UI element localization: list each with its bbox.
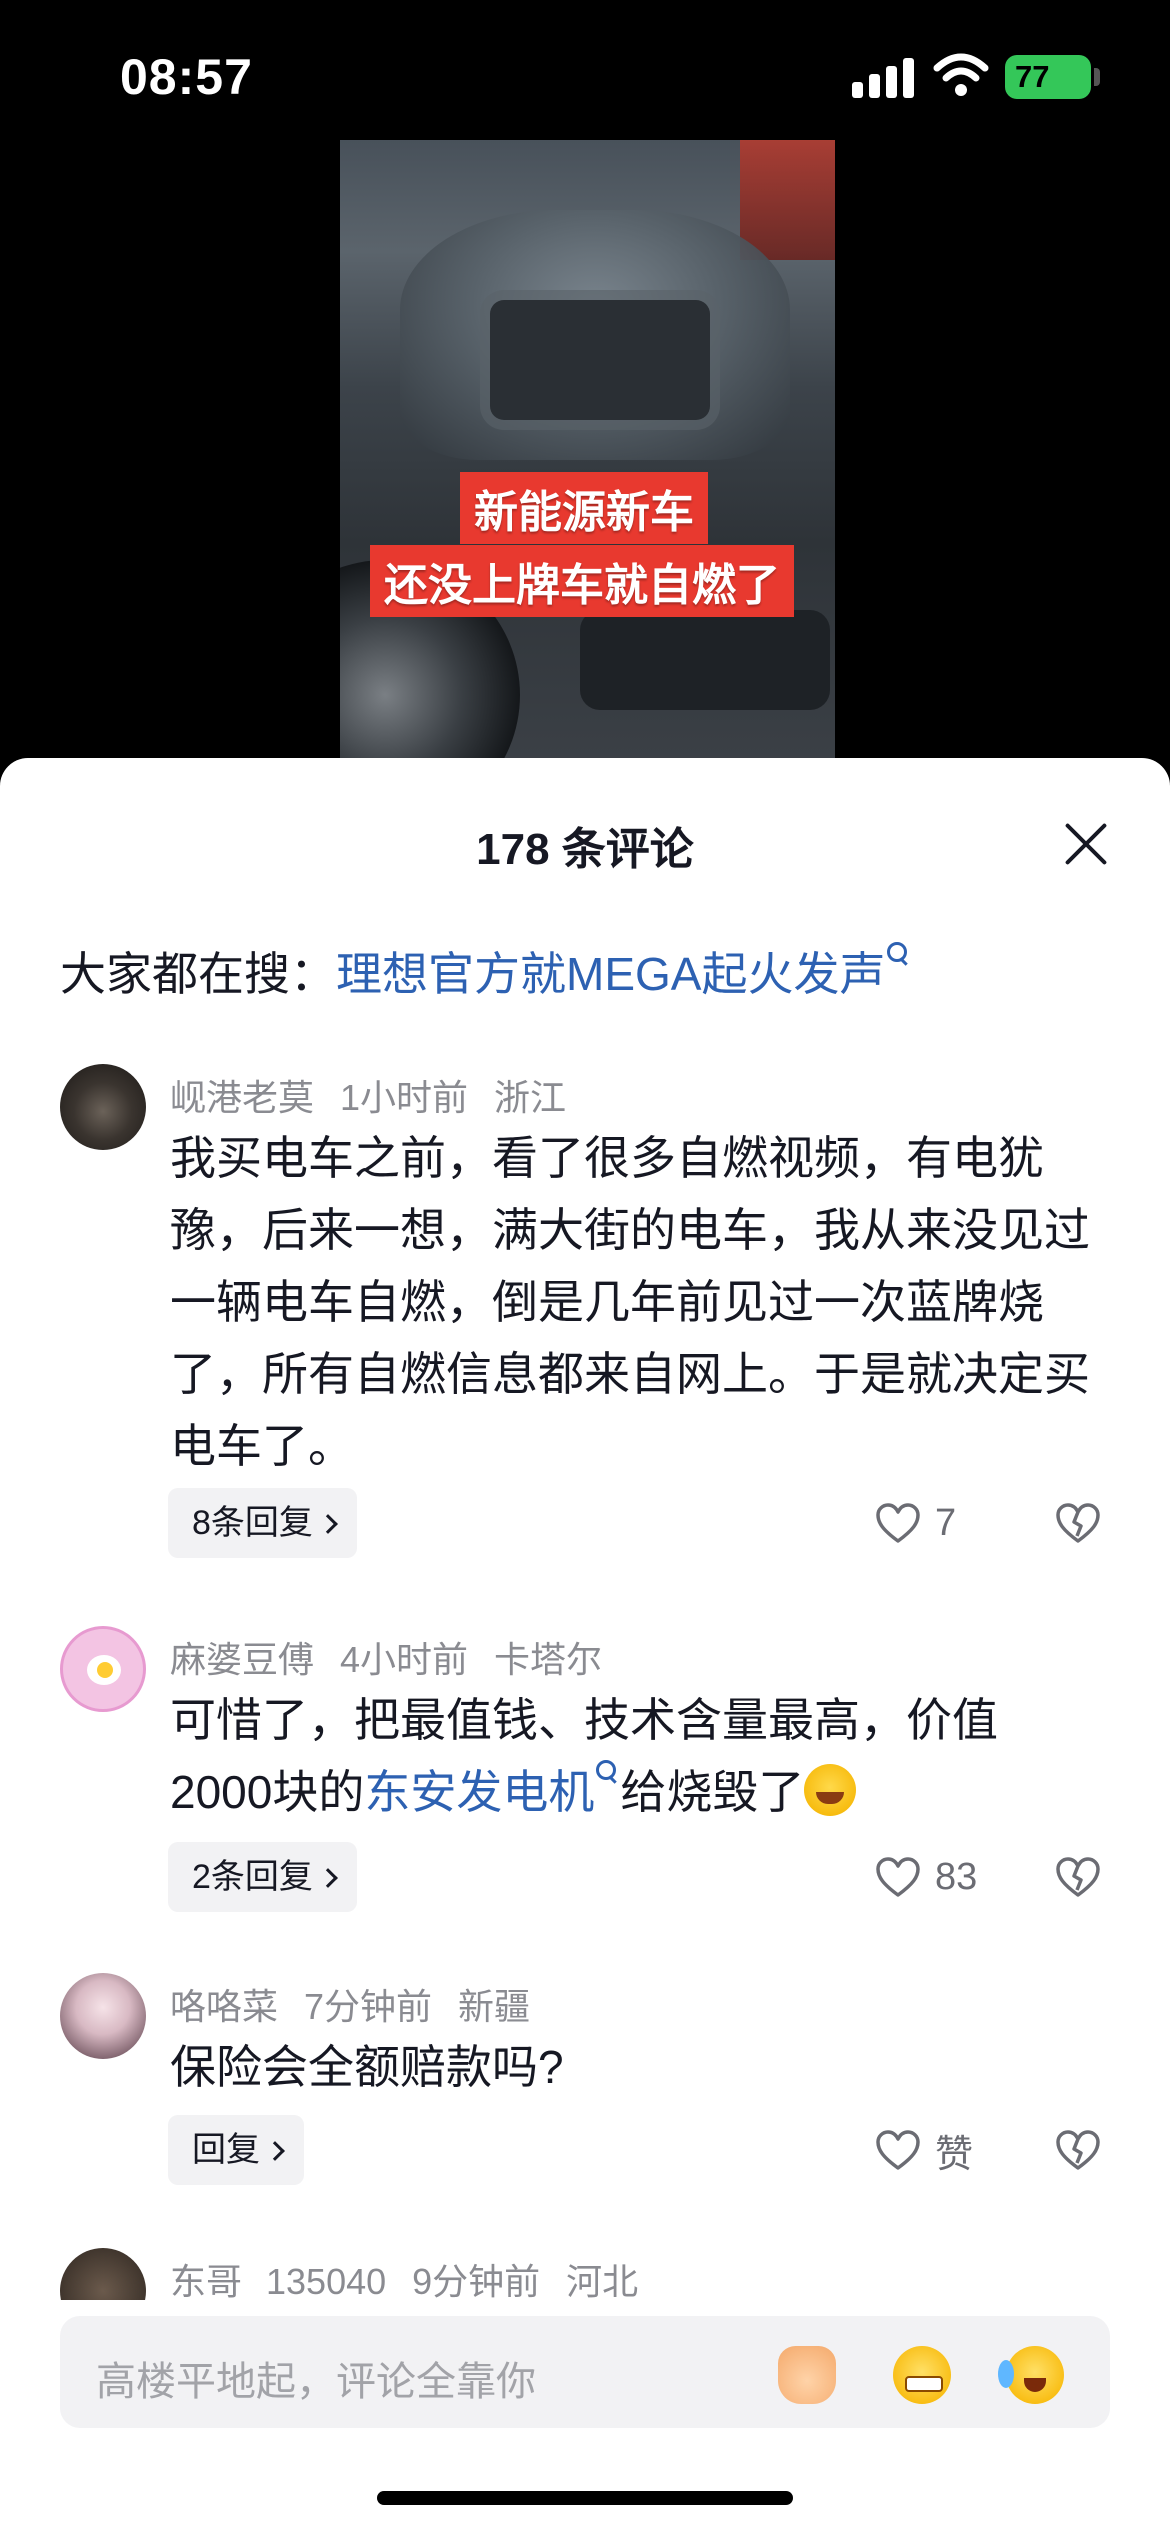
comment-location: 新疆 — [458, 1986, 531, 2027]
comment-author[interactable]: 东哥 135040 — [170, 2261, 386, 2300]
search-suggestion-prefix: 大家都在搜： — [60, 948, 336, 1000]
heart-icon — [876, 1503, 920, 1543]
comment-meta: 麻婆豆傅 4小时前 卡塔尔 — [170, 1631, 628, 1683]
video-preview[interactable]: 新能源新车 还没上牌车就自燃了 — [340, 140, 835, 760]
signal-icon — [852, 58, 914, 98]
like-button[interactable]: 7 — [875, 1488, 956, 1558]
comment-meta: 岘港老莫 1小时前 浙江 — [170, 1069, 592, 1121]
comment-input[interactable]: 高楼平地起，评论全靠你 — [60, 2316, 1110, 2428]
comment-location: 卡塔尔 — [494, 1639, 603, 1680]
avatar[interactable] — [60, 2248, 146, 2300]
comment-location: 浙江 — [494, 1077, 567, 1118]
dislike-heart-icon[interactable] — [1055, 1856, 1101, 1898]
like-button[interactable]: 赞 — [875, 2115, 973, 2185]
comment-text: 保险会全额赔款吗? — [170, 2041, 564, 2093]
home-indicator[interactable] — [377, 2491, 793, 2505]
comment-time: 4小时前 — [340, 1639, 469, 1680]
like-button[interactable]: 83 — [875, 1842, 977, 1912]
comment-time: 1小时前 — [340, 1077, 469, 1118]
close-icon[interactable] — [1062, 820, 1110, 868]
comment-count-title: 178 条评论 — [476, 825, 694, 874]
video-caption-line2: 还没上牌车就自燃了 — [370, 545, 794, 617]
avatar[interactable] — [60, 1064, 146, 1150]
chevron-right-icon — [318, 1868, 338, 1888]
avatar[interactable] — [60, 1973, 146, 2059]
comment-search-link[interactable]: 东安发电机 — [364, 1766, 594, 1818]
video-engine-bay — [490, 300, 710, 420]
comment-time: 9分钟前 — [412, 2261, 541, 2300]
dislike-heart-icon[interactable] — [1055, 2129, 1101, 2171]
video-caption-line1: 新能源新车 — [460, 472, 708, 544]
video-background-figure — [740, 140, 835, 260]
comment-author[interactable]: 咯咯菜 — [170, 1986, 278, 2027]
comment-input-placeholder: 高楼平地起，评论全靠你 — [96, 2360, 536, 2404]
dislike-heart-icon[interactable] — [1055, 1502, 1101, 1544]
comment-location: 河北 — [566, 2261, 639, 2300]
battery-cap — [1094, 68, 1100, 86]
comment-meta: 东哥 135040 9分钟前 河北 — [170, 2253, 664, 2300]
comment-author[interactable]: 岘港老莫 — [170, 1077, 314, 1118]
heart-icon — [876, 1857, 920, 1897]
laugh-cry-emoji-icon[interactable] — [998, 2346, 1064, 2404]
laugh-emoji-icon — [804, 1764, 857, 1816]
chevron-right-icon — [318, 1514, 338, 1534]
comment-time: 7分钟前 — [304, 1986, 433, 2027]
comment-sheet: 178 条评论 大家都在搜：理想官方就MEGA起火发声 岘港老莫 1小时前 浙江 我… — [0, 758, 1170, 2532]
like-count: 7 — [935, 1501, 957, 1544]
view-replies-button[interactable]: 8条回复 — [168, 1488, 357, 1558]
grin-emoji-icon[interactable] — [893, 2346, 951, 2404]
wifi-icon — [933, 53, 989, 96]
comment-meta: 咯咯菜 7分钟前 新疆 — [170, 1978, 556, 2030]
view-replies-button[interactable]: 2条回复 — [168, 1842, 357, 1912]
search-suggestion: 大家都在搜：理想官方就MEGA起火发声 — [60, 938, 911, 1004]
battery-indicator: 77 — [1005, 55, 1091, 99]
like-count: 赞 — [935, 2133, 974, 2176]
comment-item: 东哥 135040 9分钟前 河北 — [0, 2248, 1170, 2300]
heart-icon — [876, 2130, 920, 2170]
search-icon[interactable] — [885, 938, 911, 978]
comment-author[interactable]: 麻婆豆傅 — [170, 1639, 314, 1680]
video-car-grille — [580, 610, 830, 710]
search-suggestion-link[interactable]: 理想官方就MEGA起火发声 — [336, 948, 885, 1000]
status-bar: 08:57 77 — [0, 0, 1170, 140]
status-time: 08:57 — [120, 49, 253, 105]
like-count: 83 — [935, 1855, 978, 1898]
reply-button[interactable]: 回复 — [168, 2115, 304, 2185]
comment-text: 我买电车之前，看了很多自燃视频，有电犹豫，后来一想，满大街的电车，我从来没见过一… — [170, 1132, 1090, 1472]
comment-text: 可惜了，把最值钱、技术含量最高，价值2000块的东安发电机 给烧毁了 — [170, 1694, 998, 1818]
avatar[interactable] — [60, 1626, 146, 1712]
pray-emoji-icon[interactable] — [778, 2346, 836, 2404]
chevron-right-icon — [265, 2141, 285, 2161]
search-icon[interactable] — [594, 1756, 620, 1796]
